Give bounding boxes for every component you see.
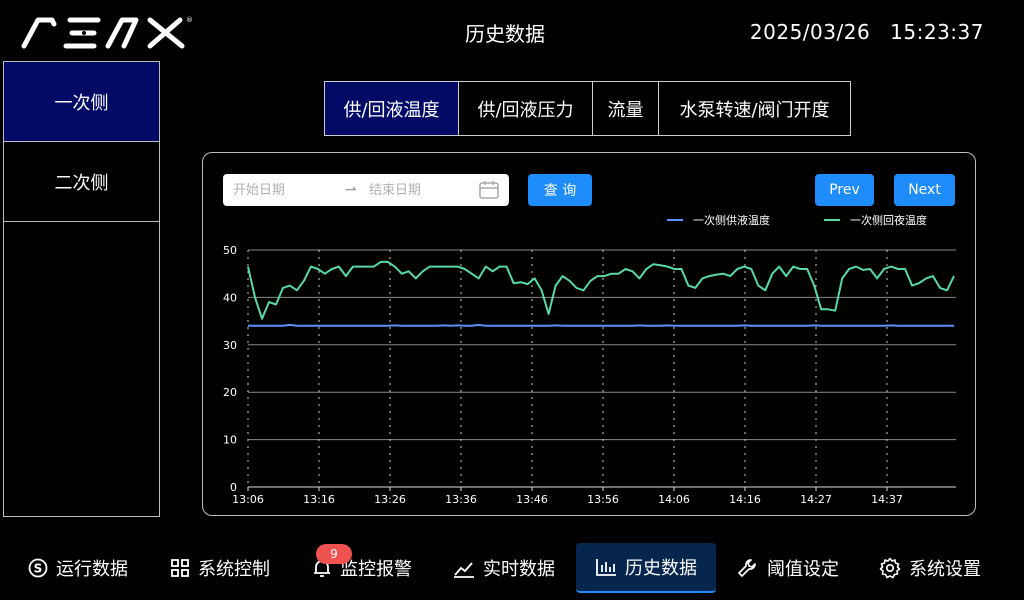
tab-pump-valve[interactable]: 水泵转速/阀门开度 xyxy=(658,81,851,136)
date-range-picker[interactable]: ⇀ xyxy=(223,174,509,206)
nav-running-data[interactable]: S 运行数据 xyxy=(28,543,128,593)
nav-label: 阈值设定 xyxy=(767,559,839,580)
range-arrow-icon: ⇀ xyxy=(345,182,357,198)
tab-pressure[interactable]: 供/回液压力 xyxy=(458,81,593,136)
x-tick-label: 13:46 xyxy=(516,493,548,506)
legend-swatch xyxy=(667,219,683,221)
y-tick-label: 20 xyxy=(223,386,237,399)
sidebar: 一次侧 二次侧 xyxy=(3,61,160,517)
legend-label: 一次侧回夜温度 xyxy=(850,214,927,227)
grid-icon xyxy=(171,559,189,577)
x-tick-label: 14:37 xyxy=(871,493,903,506)
wrench-icon xyxy=(738,559,756,577)
bottom-nav: S 运行数据 系统控制 监控报警 实时数据 历史数据 阈值设定 系统设置 xyxy=(0,543,1024,595)
sidebar-item-secondary[interactable]: 二次侧 xyxy=(4,142,159,222)
y-tick-label: 10 xyxy=(223,434,237,447)
tab-temperature[interactable]: 供/回液温度 xyxy=(324,81,459,136)
x-tick-label: 13:56 xyxy=(587,493,619,506)
x-tick-label: 14:16 xyxy=(729,493,761,506)
legend-swatch xyxy=(824,219,840,221)
y-tick-label: 30 xyxy=(223,339,237,352)
calendar-icon[interactable] xyxy=(479,181,499,199)
next-button[interactable]: Next xyxy=(894,174,955,206)
series-line-return xyxy=(247,260,955,320)
end-date-input[interactable] xyxy=(369,182,469,198)
legend-item-return[interactable]: 一次侧回夜温度 xyxy=(824,212,927,228)
sidebar-item-primary[interactable]: 一次侧 xyxy=(4,62,159,142)
chart-panel: 0 10 20 30 40 50 13:06 13:16 13:26 13:36 13:46 13:5… xyxy=(202,152,976,516)
start-date-input[interactable] xyxy=(233,182,333,198)
current-time: 15:23:37 xyxy=(890,20,984,44)
gear-icon xyxy=(879,557,901,579)
tab-flow[interactable]: 流量 xyxy=(592,81,659,136)
x-tick-label: 13:36 xyxy=(445,493,477,506)
line-chart-icon xyxy=(454,562,474,578)
nav-history-data[interactable]: 历史数据 xyxy=(576,543,716,593)
legend-item-supply[interactable]: 一次侧供液温度 xyxy=(667,212,770,228)
nav-label: 系统控制 xyxy=(198,559,270,580)
nav-label: 历史数据 xyxy=(625,558,697,579)
nav-threshold-settings[interactable]: 阈值设定 xyxy=(737,543,839,593)
nav-system-control[interactable]: 系统控制 xyxy=(170,543,270,593)
nav-system-settings[interactable]: 系统设置 xyxy=(879,543,981,593)
nav-realtime-data[interactable]: 实时数据 xyxy=(453,543,555,593)
x-tick-label: 13:06 xyxy=(232,493,264,506)
nav-label: 系统设置 xyxy=(909,559,981,580)
nav-label: 监控报警 xyxy=(340,559,412,580)
x-tick-label: 14:06 xyxy=(658,493,690,506)
query-button[interactable]: 查 询 xyxy=(528,174,592,206)
nav-label: 实时数据 xyxy=(483,559,555,580)
x-tick-label: 14:27 xyxy=(800,493,832,506)
legend-label: 一次侧供液温度 xyxy=(693,214,770,227)
bar-chart-icon xyxy=(596,559,616,576)
prev-button[interactable]: Prev xyxy=(815,174,874,206)
y-tick-label: 40 xyxy=(223,291,237,304)
history-chart: 0102030405013:06 13:16 13:26 13:36 13:46 13:5… xyxy=(223,244,956,506)
nav-label: 运行数据 xyxy=(56,559,128,580)
metric-tabs: 供/回液温度 供/回液压力 流量 水泵转速/阀门开度 xyxy=(324,81,851,136)
y-tick-label: 50 xyxy=(223,244,237,257)
datetime: 2025/03/26 15:23:37 xyxy=(750,20,984,44)
current-date: 2025/03/26 xyxy=(749,20,871,44)
alarm-count-badge: 9 xyxy=(316,544,352,564)
svg-text:S: S xyxy=(34,562,43,576)
skype-icon: S xyxy=(28,558,48,578)
x-tick-label: 13:16 xyxy=(303,493,335,506)
x-tick-label: 13:26 xyxy=(374,493,406,506)
series-line-supply xyxy=(248,323,954,327)
